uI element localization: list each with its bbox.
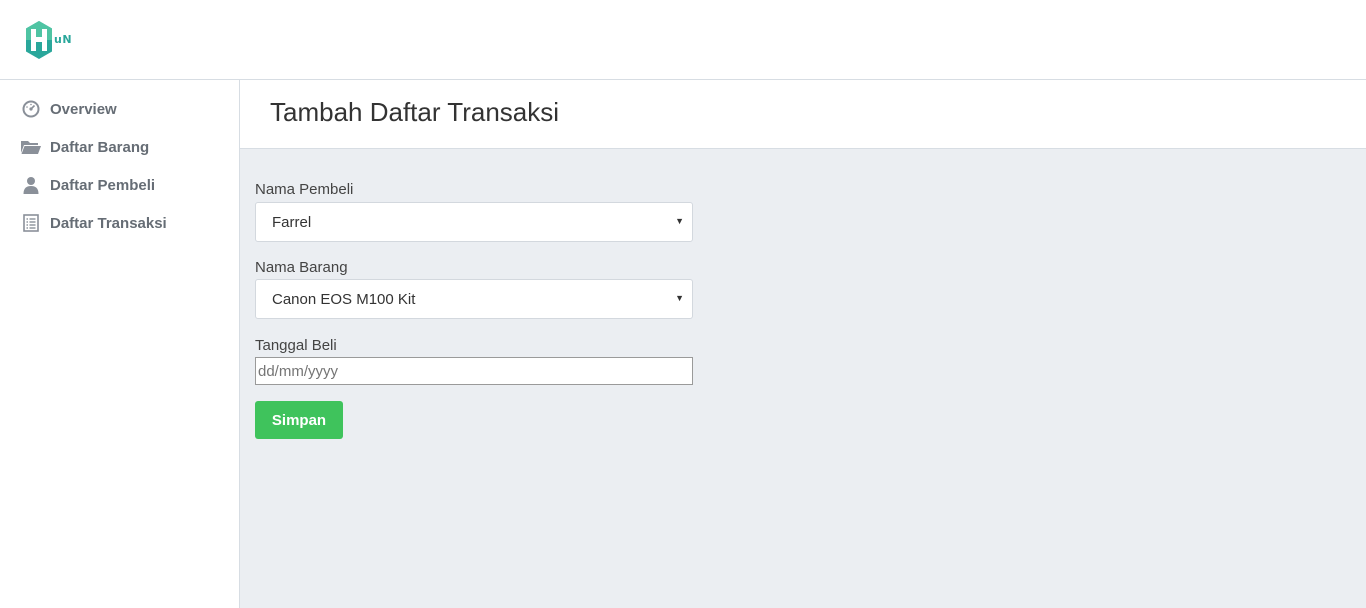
date-label: Tanggal Beli (255, 337, 337, 354)
sidebar-item-label: Daftar Transaksi (50, 214, 167, 232)
sidebar-item-label: Daftar Barang (50, 138, 150, 156)
sidebar-item-label: Daftar Pembeli (50, 176, 156, 194)
top-bar: uN (0, 0, 1366, 80)
sidebar: Overview Daftar Barang Daftar Pembeli Da… (0, 80, 240, 608)
buyer-label: Nama Pembeli (255, 181, 354, 198)
dashboard-gauge-icon (20, 98, 42, 120)
sidebar-item-label: Overview (50, 100, 117, 118)
sidebar-item-daftar-transaksi[interactable]: Daftar Transaksi (20, 210, 167, 236)
page-header: Tambah Daftar Transaksi (240, 80, 1366, 149)
brand-logo[interactable]: uN (25, 19, 85, 61)
sidebar-item-daftar-barang[interactable]: Daftar Barang (20, 134, 149, 160)
dropdown-caret-icon: ▼ (675, 293, 684, 303)
buyer-select-value: Farrel (272, 213, 312, 231)
logo-text: uN (54, 32, 73, 46)
buyer-select[interactable]: Farrel ▼ (255, 202, 693, 242)
folder-open-icon (20, 136, 42, 158)
item-label: Nama Barang (255, 259, 348, 276)
page-title: Tambah Daftar Transaksi (270, 97, 560, 127)
save-button[interactable]: Simpan (255, 401, 343, 439)
item-select-value: Canon EOS M100 Kit (272, 290, 416, 308)
user-icon (20, 174, 42, 196)
sidebar-item-daftar-pembeli[interactable]: Daftar Pembeli (20, 172, 155, 198)
hexagon-logo-icon (26, 21, 52, 59)
main-content: Tambah Daftar Transaksi Nama Pembeli Far… (240, 80, 1366, 608)
item-select[interactable]: Canon EOS M100 Kit ▼ (255, 279, 693, 319)
dropdown-caret-icon: ▼ (675, 216, 684, 226)
sidebar-item-overview[interactable]: Overview (20, 96, 117, 122)
list-document-icon (20, 212, 42, 234)
date-input[interactable] (255, 357, 693, 385)
